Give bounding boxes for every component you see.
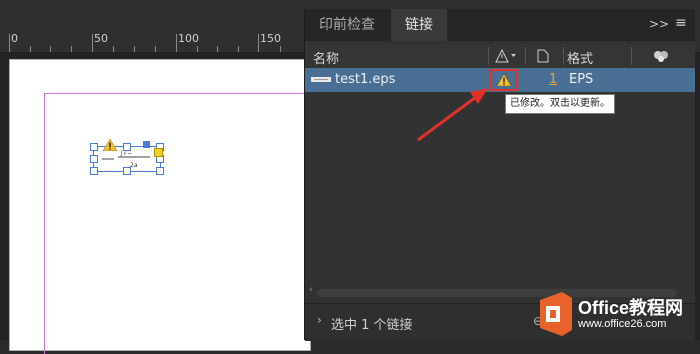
frame-handle[interactable] [156, 167, 164, 175]
margin-guide [44, 93, 315, 354]
column-separator[interactable] [525, 47, 526, 65]
warning-icon [103, 139, 117, 151]
ruler-minor-tick [71, 46, 72, 52]
frame-handle[interactable] [90, 155, 98, 163]
column-separator[interactable] [488, 47, 489, 65]
ruler-minor-tick [134, 46, 135, 52]
ruler-major-tick [176, 34, 177, 52]
ruler-minor-tick [197, 46, 198, 52]
link-page-number[interactable]: 1 [549, 72, 557, 87]
office-logo-icon [540, 292, 572, 336]
ruler-minor-tick [280, 46, 281, 52]
frame-handle[interactable] [90, 143, 98, 151]
selection-status-text: 选中 1 个链接 [331, 318, 413, 333]
ruler-minor-tick [238, 46, 239, 52]
svg-text:2a: 2a [130, 162, 138, 169]
ruler-minor-tick [217, 46, 218, 52]
svg-text:∫√−: ∫√− [120, 150, 132, 157]
expand-panel-icon[interactable]: >> [649, 17, 669, 31]
link-thumbnail-icon [311, 77, 331, 82]
panel-menu-icon[interactable]: ≡ [675, 15, 687, 31]
frame-edge-handle[interactable] [154, 148, 163, 157]
column-header: 名称 格式 [305, 44, 695, 69]
placed-eps-frame[interactable]: ∫√− 2a [90, 139, 164, 175]
highlight-box [489, 69, 517, 91]
ruler-label-150: 150 [260, 32, 281, 45]
ruler-minor-tick [113, 46, 114, 52]
watermark: Office教程网 www.office26.com [536, 290, 700, 340]
column-separator[interactable] [631, 47, 632, 65]
ruler-label-50: 50 [94, 32, 108, 45]
link-format: EPS [569, 72, 594, 87]
watermark-url: www.office26.com [578, 318, 667, 330]
ruler-major-tick [9, 34, 10, 52]
tooltip: 已修改。双击以更新。 [505, 94, 615, 114]
ruler-major-tick [258, 34, 259, 52]
content-grabber[interactable] [143, 141, 150, 148]
column-page-header-icon[interactable] [537, 49, 549, 63]
frame-handle[interactable] [90, 167, 98, 175]
ruler-major-tick [92, 34, 93, 52]
ruler-minor-tick [50, 46, 51, 52]
tab-preflight[interactable]: 印前检查 [305, 9, 389, 41]
panel-tab-bar: 印前检查 链接 >> ≡ [305, 9, 695, 41]
tab-links[interactable]: 链接 [391, 9, 447, 41]
link-filename: test1.eps [335, 72, 396, 87]
column-name-header[interactable]: 名称 [313, 48, 339, 67]
column-format-header[interactable]: 格式 [567, 48, 593, 67]
chevron-right-icon[interactable]: › [317, 313, 322, 327]
ruler-label-100: 100 [178, 32, 199, 45]
frame-handle[interactable] [123, 143, 131, 151]
watermark-title: Office教程网 [578, 298, 684, 318]
frame-handle[interactable] [123, 167, 131, 175]
scroll-left-arrow-icon[interactable]: ‹ [309, 285, 313, 295]
column-separator[interactable] [563, 47, 564, 65]
document-page[interactable] [9, 59, 315, 354]
column-color-header-icon[interactable] [653, 49, 669, 63]
ruler-minor-tick [30, 46, 31, 52]
ruler-label-0: 0 [11, 32, 18, 45]
column-status-header-icon[interactable] [495, 49, 517, 63]
ruler-minor-tick [155, 46, 156, 52]
